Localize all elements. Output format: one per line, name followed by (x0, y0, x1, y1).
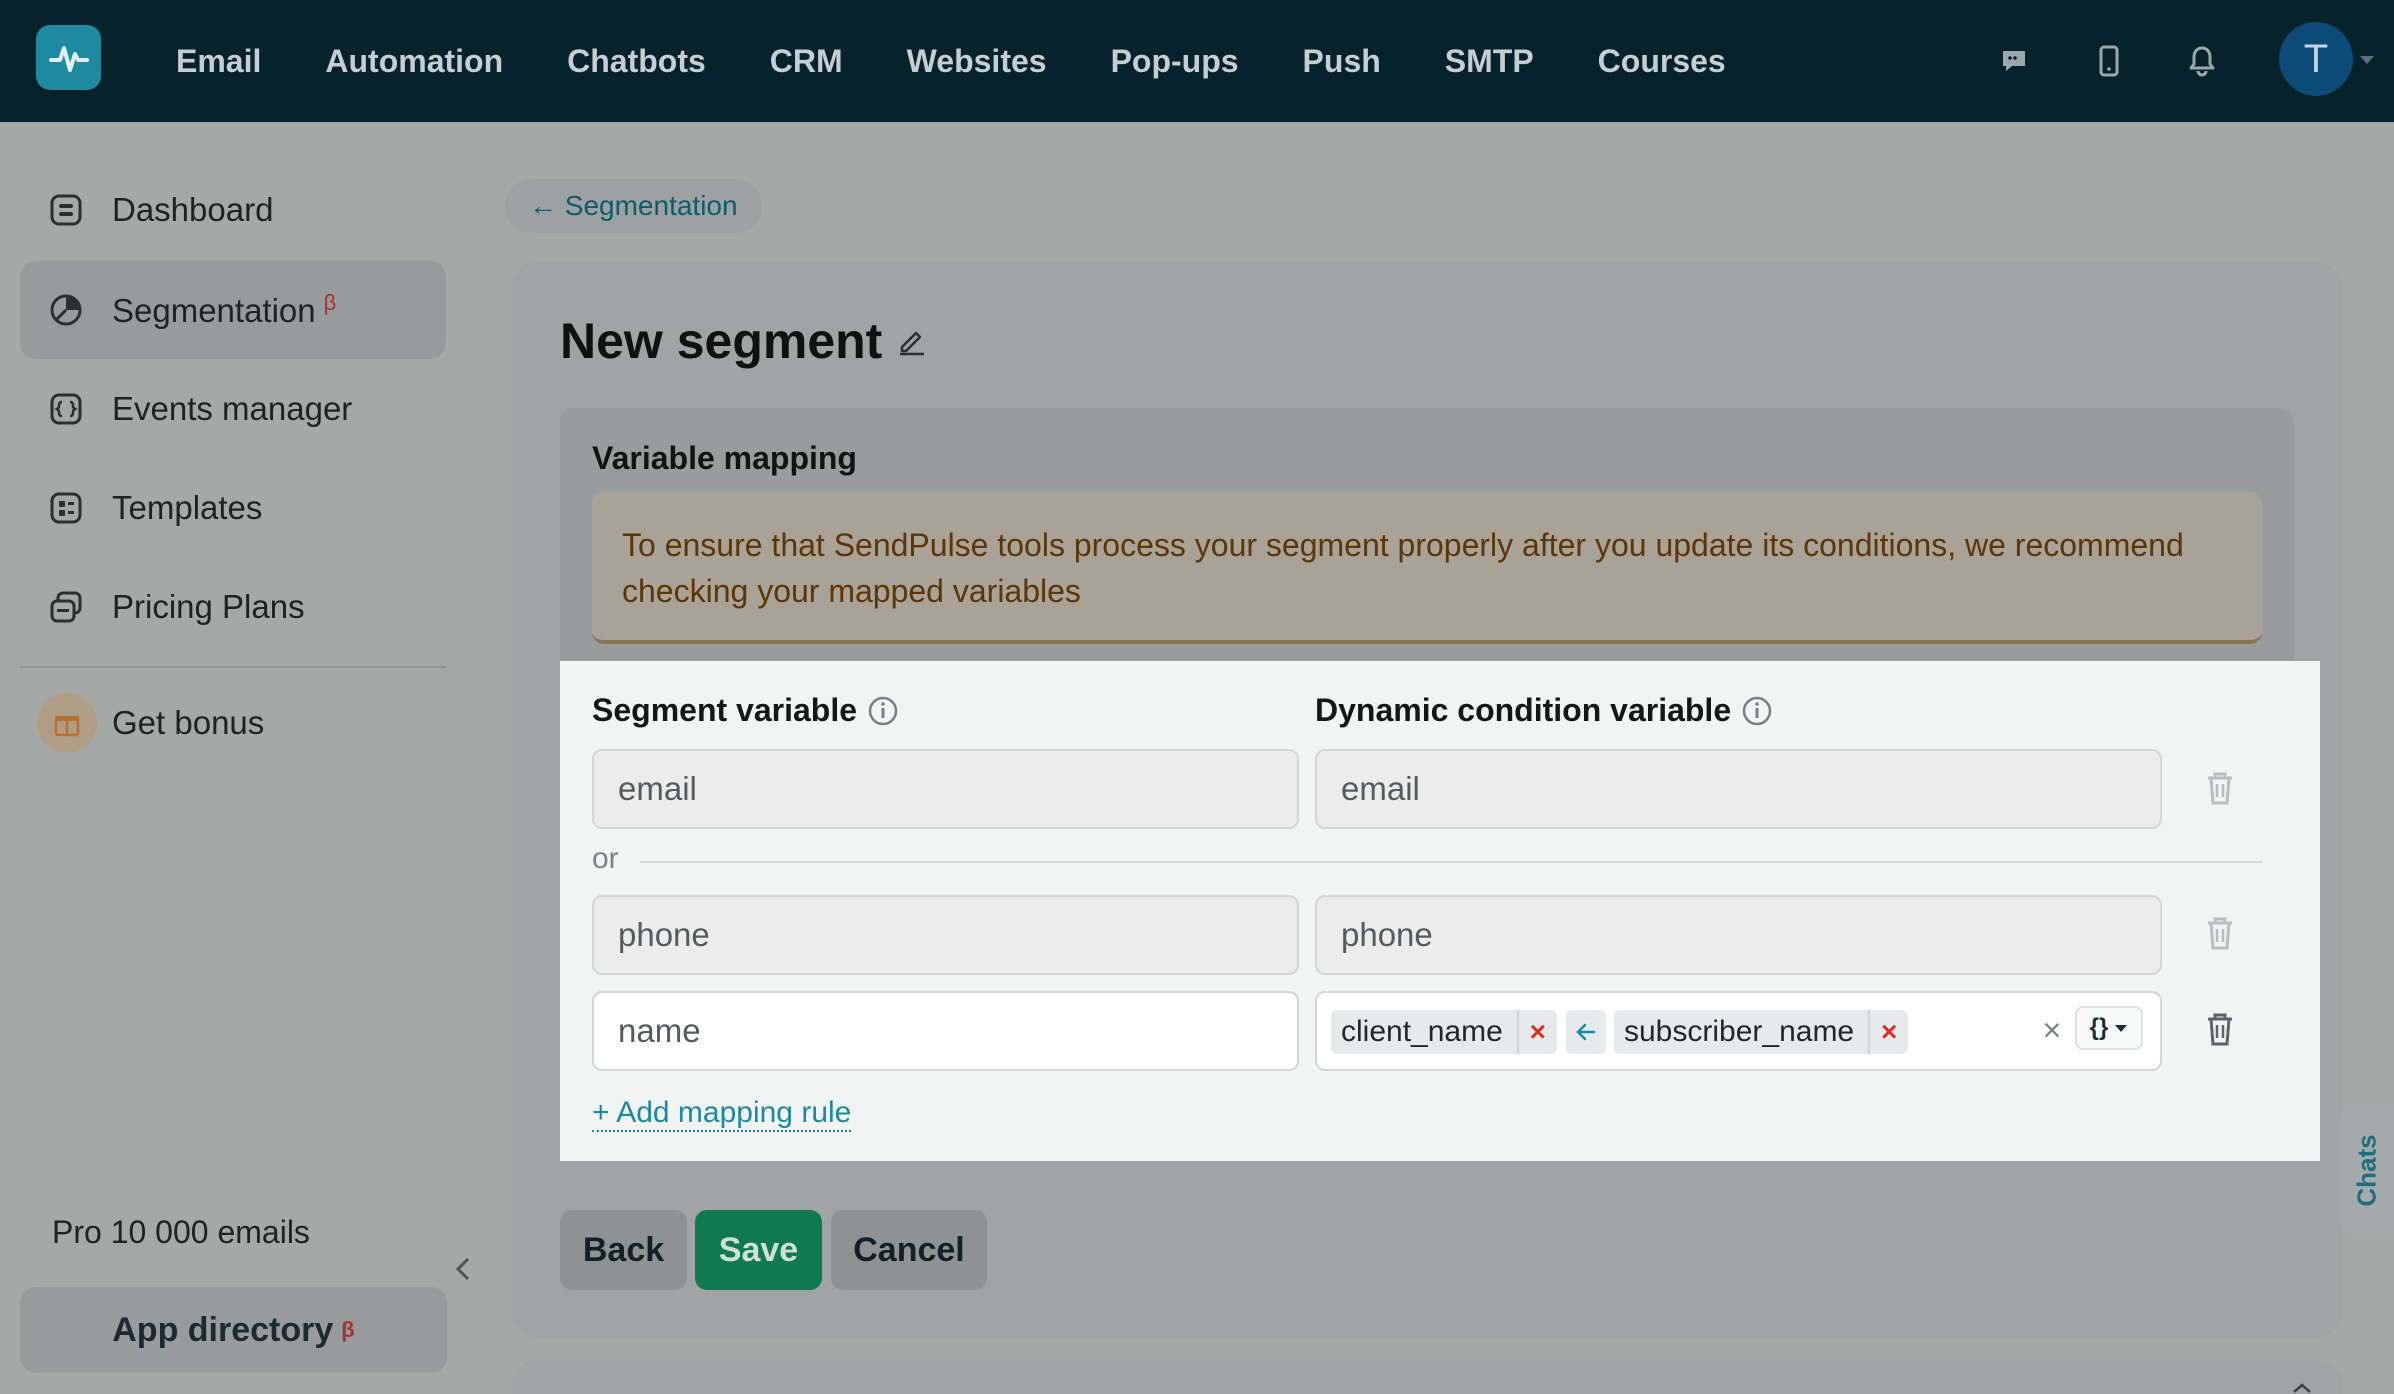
top-navigation-bar: Email Automation Chatbots CRM Websites P… (0, 0, 2394, 122)
chevron-down-icon[interactable] (2360, 56, 2374, 64)
sidebar-item-label: Pricing Plans (112, 588, 305, 625)
app-directory-button[interactable]: App directory β (20, 1287, 447, 1373)
events-icon (47, 390, 85, 428)
pricing-icon (47, 588, 85, 626)
sendpulse-logo-icon[interactable] (36, 25, 101, 90)
remove-tag-button[interactable]: × (1868, 1010, 1908, 1054)
trash-icon[interactable] (2200, 913, 2240, 953)
dynamic-variable-phone-field[interactable]: phone (1315, 895, 2162, 975)
segment-variable-email-field[interactable]: email (592, 749, 1299, 829)
braces-icon: {} (2089, 1014, 2109, 1041)
templates-icon (47, 489, 85, 527)
gift-icon (37, 693, 97, 753)
sidebar-item-pricing-plans[interactable]: Pricing Plans (20, 558, 446, 656)
mobile-phone-icon[interactable] (2088, 40, 2130, 82)
cancel-button[interactable]: Cancel (831, 1210, 987, 1290)
arrow-left-icon (1566, 1010, 1606, 1054)
main-nav: Email Automation Chatbots CRM Websites P… (176, 0, 1790, 122)
chats-side-tab[interactable]: Chats (2340, 1104, 2394, 1236)
variable-mapping-title: Variable mapping (592, 440, 857, 476)
info-icon[interactable] (867, 695, 899, 727)
or-separator-label: or (592, 842, 619, 875)
segment-variable-phone-field[interactable]: phone (592, 895, 1299, 975)
nav-courses[interactable]: Courses (1598, 43, 1726, 80)
bell-icon[interactable] (2181, 40, 2223, 82)
info-icon[interactable] (1741, 695, 1773, 727)
sidebar-divider (20, 666, 446, 668)
nav-email[interactable]: Email (176, 43, 261, 80)
chevron-down-icon (2115, 1025, 2128, 1032)
sidebar-item-label: Dashboard (112, 191, 274, 228)
current-plan: Pro 10 000 emails (52, 1214, 310, 1250)
nav-smtp[interactable]: SMTP (1445, 43, 1534, 80)
chevron-left-icon[interactable] (452, 1255, 474, 1283)
nav-automation[interactable]: Automation (325, 43, 503, 80)
back-button[interactable]: Back (560, 1210, 687, 1290)
nav-chatbots[interactable]: Chatbots (567, 43, 706, 80)
sidebar-item-label: Events manager (112, 390, 353, 427)
edit-pencil-icon[interactable] (896, 324, 930, 358)
save-button[interactable]: Save (695, 1210, 822, 1290)
page-title: New segment (560, 312, 930, 370)
variable-picker-dropdown[interactable]: {} (2075, 1006, 2143, 1050)
breadcrumb-back-link[interactable]: ← Segmentation (505, 179, 762, 233)
sidebar-item-segmentation[interactable]: Segmentation β (20, 261, 446, 359)
trash-icon[interactable] (2200, 768, 2240, 808)
sidebar-item-events-manager[interactable]: Events manager (20, 360, 446, 458)
tag-subscriber-name: subscriber_name × (1614, 1010, 1909, 1054)
sidebar-item-get-bonus[interactable]: Get bonus (20, 674, 446, 772)
or-separator-line (640, 861, 2262, 863)
clear-selection-button[interactable]: × (2039, 1012, 2065, 1048)
add-mapping-rule-link[interactable]: + Add mapping rule (592, 1096, 852, 1132)
dynamic-condition-variable-header: Dynamic condition variable (1315, 692, 1773, 729)
chat-bubble-icon[interactable] (1993, 40, 2035, 82)
sidebar-item-label: Templates (112, 489, 263, 526)
segment-variable-name-field[interactable]: name (592, 991, 1299, 1071)
collapse-chevron-icon[interactable] (2292, 1380, 2312, 1394)
nav-websites[interactable]: Websites (907, 43, 1047, 80)
nav-push[interactable]: Push (1303, 43, 1381, 80)
remove-tag-button[interactable]: × (1516, 1010, 1557, 1054)
sidebar-item-templates[interactable]: Templates (20, 459, 446, 557)
segment-variable-header: Segment variable (592, 692, 899, 729)
mapping-warning-notice: To ensure that SendPulse tools process y… (592, 492, 2262, 644)
sidebar-item-dashboard[interactable]: Dashboard (20, 161, 446, 259)
sidebar-item-label: Segmentation β (112, 290, 337, 329)
dashboard-icon (47, 191, 85, 229)
nav-popups[interactable]: Pop-ups (1111, 43, 1239, 80)
nav-crm[interactable]: CRM (770, 43, 843, 80)
sidebar-item-label: Get bonus (112, 704, 265, 741)
dynamic-variable-email-field[interactable]: email (1315, 749, 2162, 829)
next-card (512, 1360, 2342, 1394)
beta-badge: β (323, 290, 337, 315)
user-avatar[interactable]: T (2279, 22, 2353, 96)
trash-icon[interactable] (2200, 1009, 2240, 1049)
tag-client-name: client_name × (1331, 1010, 1557, 1054)
segmentation-icon (47, 291, 85, 329)
beta-badge: β (341, 1317, 355, 1342)
